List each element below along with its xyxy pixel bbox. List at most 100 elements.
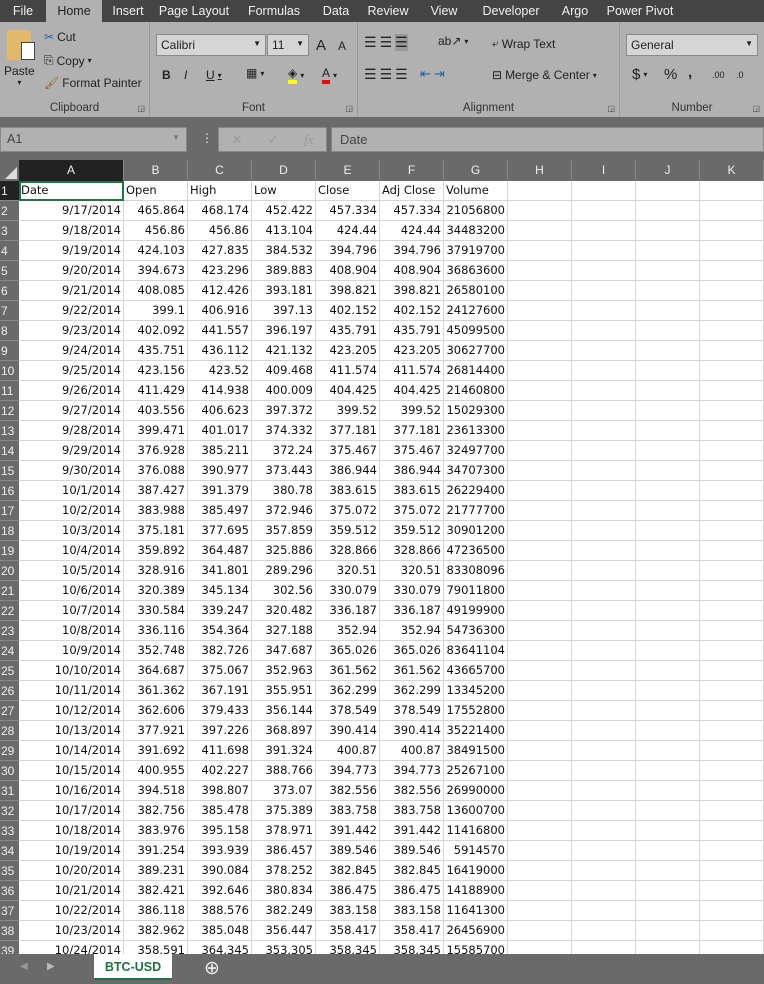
cell-b24[interactable]: 352.748: [124, 641, 188, 661]
formula-input[interactable]: Date: [331, 127, 764, 152]
cell-e19[interactable]: 328.866: [316, 541, 380, 561]
cell-b11[interactable]: 411.429: [124, 381, 188, 401]
cell-i8[interactable]: [572, 321, 636, 341]
tab-page-layout[interactable]: Page Layout: [154, 0, 234, 22]
cell-h7[interactable]: [508, 301, 572, 321]
column-header-k[interactable]: K: [700, 160, 764, 181]
cell-k10[interactable]: [700, 361, 764, 381]
cell-a38[interactable]: 10/23/2014: [19, 921, 124, 941]
cell-e33[interactable]: 391.442: [316, 821, 380, 841]
cell-a20[interactable]: 10/5/2014: [19, 561, 124, 581]
cell-h35[interactable]: [508, 861, 572, 881]
cell-i23[interactable]: [572, 621, 636, 641]
cell-b15[interactable]: 376.088: [124, 461, 188, 481]
row-header[interactable]: 5: [0, 261, 19, 281]
cell-g32[interactable]: 13600700: [444, 801, 508, 821]
row-header[interactable]: 10: [0, 361, 19, 381]
cell-h8[interactable]: [508, 321, 572, 341]
cell-b29[interactable]: 391.692: [124, 741, 188, 761]
cell-c30[interactable]: 402.227: [188, 761, 252, 781]
row-header[interactable]: 13: [0, 421, 19, 441]
cell-a18[interactable]: 10/3/2014: [19, 521, 124, 541]
cell-d3[interactable]: 413.104: [252, 221, 316, 241]
row-header[interactable]: 23: [0, 621, 19, 641]
cell-f34[interactable]: 389.546: [380, 841, 444, 861]
cell-f8[interactable]: 435.791: [380, 321, 444, 341]
cell-e36[interactable]: 386.475: [316, 881, 380, 901]
cell-g30[interactable]: 25267100: [444, 761, 508, 781]
cell-e30[interactable]: 394.773: [316, 761, 380, 781]
cell-d29[interactable]: 391.324: [252, 741, 316, 761]
cell-g9[interactable]: 30627700: [444, 341, 508, 361]
cell-k30[interactable]: [700, 761, 764, 781]
cell-a8[interactable]: 9/23/2014: [19, 321, 124, 341]
cell-c27[interactable]: 379.433: [188, 701, 252, 721]
cell-g13[interactable]: 23613300: [444, 421, 508, 441]
column-header-b[interactable]: B: [124, 160, 188, 181]
cell-f27[interactable]: 378.549: [380, 701, 444, 721]
cell-g33[interactable]: 11416800: [444, 821, 508, 841]
cell-k16[interactable]: [700, 481, 764, 501]
cell-g10[interactable]: 26814400: [444, 361, 508, 381]
cell-a9[interactable]: 9/24/2014: [19, 341, 124, 361]
cell-h12[interactable]: [508, 401, 572, 421]
cell-c18[interactable]: 377.695: [188, 521, 252, 541]
row-header[interactable]: 33: [0, 821, 19, 841]
cell-b6[interactable]: 408.085: [124, 281, 188, 301]
cell-c11[interactable]: 414.938: [188, 381, 252, 401]
cell-j25[interactable]: [636, 661, 700, 681]
cell-f9[interactable]: 423.205: [380, 341, 444, 361]
cell-d24[interactable]: 347.687: [252, 641, 316, 661]
fill-color-button[interactable]: ◈ ▾: [288, 66, 304, 84]
column-header-d[interactable]: D: [252, 160, 316, 181]
cell-g4[interactable]: 37919700: [444, 241, 508, 261]
cell-f1[interactable]: Adj Close: [380, 181, 444, 201]
cell-d39[interactable]: 353.305: [252, 941, 316, 954]
cancel-icon[interactable]: ✕: [232, 132, 243, 148]
cell-j2[interactable]: [636, 201, 700, 221]
cell-e9[interactable]: 423.205: [316, 341, 380, 361]
cell-e6[interactable]: 398.821: [316, 281, 380, 301]
borders-button[interactable]: ▦ ▾: [246, 66, 264, 80]
cell-e14[interactable]: 375.467: [316, 441, 380, 461]
cell-i37[interactable]: [572, 901, 636, 921]
cell-j5[interactable]: [636, 261, 700, 281]
cell-e17[interactable]: 375.072: [316, 501, 380, 521]
cell-h17[interactable]: [508, 501, 572, 521]
cell-e12[interactable]: 399.52: [316, 401, 380, 421]
cell-f25[interactable]: 361.562: [380, 661, 444, 681]
cell-j35[interactable]: [636, 861, 700, 881]
cell-f20[interactable]: 320.51: [380, 561, 444, 581]
cell-j33[interactable]: [636, 821, 700, 841]
enter-icon[interactable]: ✓: [268, 132, 279, 148]
cell-g38[interactable]: 26456900: [444, 921, 508, 941]
cell-e29[interactable]: 400.87: [316, 741, 380, 761]
tab-file[interactable]: File: [0, 0, 46, 22]
cell-e23[interactable]: 352.94: [316, 621, 380, 641]
cell-f24[interactable]: 365.026: [380, 641, 444, 661]
cell-d31[interactable]: 373.07: [252, 781, 316, 801]
cell-i34[interactable]: [572, 841, 636, 861]
cell-a29[interactable]: 10/14/2014: [19, 741, 124, 761]
cell-d19[interactable]: 325.886: [252, 541, 316, 561]
cell-d17[interactable]: 372.946: [252, 501, 316, 521]
cell-k22[interactable]: [700, 601, 764, 621]
cell-c39[interactable]: 364.345: [188, 941, 252, 954]
cell-c21[interactable]: 345.134: [188, 581, 252, 601]
cell-b33[interactable]: 383.976: [124, 821, 188, 841]
cell-b30[interactable]: 400.955: [124, 761, 188, 781]
cell-e2[interactable]: 457.334: [316, 201, 380, 221]
tab-review[interactable]: Review: [358, 0, 418, 22]
cell-i18[interactable]: [572, 521, 636, 541]
cell-b38[interactable]: 382.962: [124, 921, 188, 941]
cell-k5[interactable]: [700, 261, 764, 281]
cell-h2[interactable]: [508, 201, 572, 221]
cell-h14[interactable]: [508, 441, 572, 461]
cell-c20[interactable]: 341.801: [188, 561, 252, 581]
cell-e4[interactable]: 394.796: [316, 241, 380, 261]
cell-c35[interactable]: 390.084: [188, 861, 252, 881]
cell-g17[interactable]: 21777700: [444, 501, 508, 521]
cell-i38[interactable]: [572, 921, 636, 941]
cell-j34[interactable]: [636, 841, 700, 861]
cell-f2[interactable]: 457.334: [380, 201, 444, 221]
